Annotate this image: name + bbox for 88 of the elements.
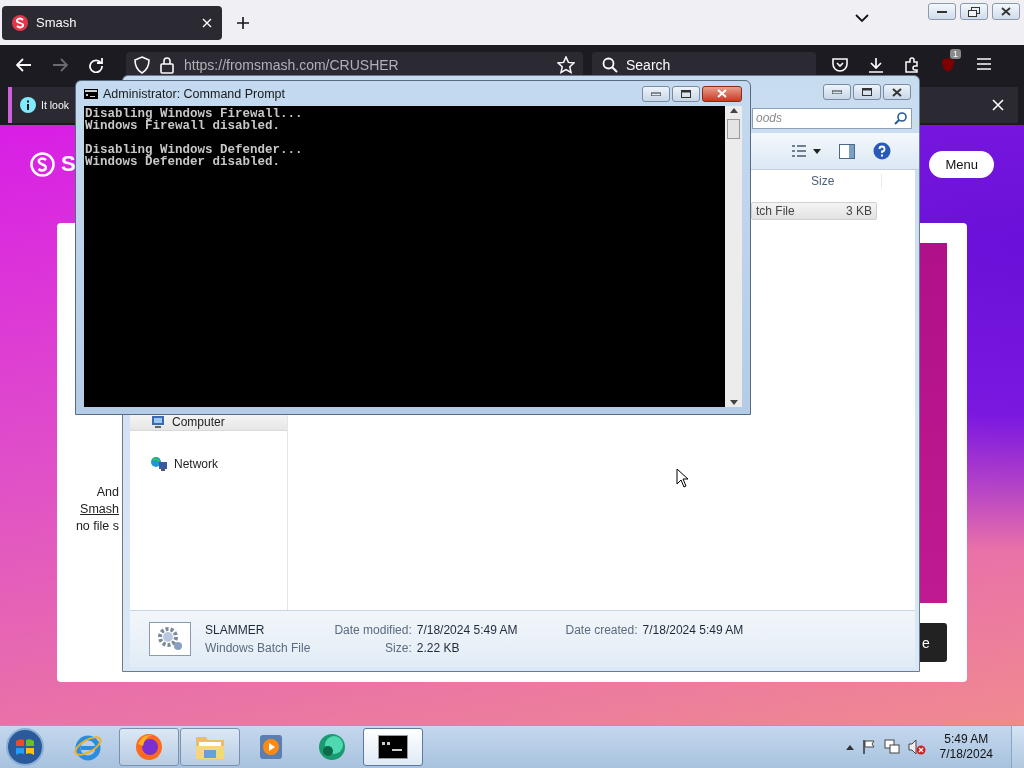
logo-icon [12, 14, 28, 31]
address-bar[interactable]: https://fromsmash.com/CRUSHER [126, 52, 583, 78]
console-line: Windows Defender disabled. [85, 156, 282, 168]
window-title: Administrator: Command Prompt [103, 86, 285, 101]
scrollbar[interactable] [725, 106, 742, 407]
url-text: https://fromsmash.com/CRUSHER [184, 57, 400, 73]
file-name: SLAMMER [205, 623, 266, 637]
cursor-icon [676, 468, 689, 488]
field-value: 7/18/2024 5:49 AM [416, 623, 518, 637]
column-header[interactable]: Size [807, 174, 882, 188]
maximize-button[interactable] [853, 84, 881, 100]
back-icon[interactable] [16, 58, 32, 72]
scroll-down-icon[interactable] [729, 400, 738, 405]
flag-icon[interactable] [861, 739, 876, 755]
forward-icon[interactable] [52, 58, 68, 72]
chevron-up-icon[interactable] [845, 744, 854, 750]
chevron-down-icon[interactable] [855, 14, 869, 23]
clock[interactable]: 5:49 AM 7/18/2024 [939, 732, 993, 762]
field-value: 7/18/2024 5:49 AM [642, 623, 744, 637]
new-tab-icon[interactable] [236, 15, 250, 30]
star-icon[interactable] [557, 56, 575, 74]
console-icon [84, 88, 98, 99]
card-text: no file s [75, 519, 119, 534]
fox-globe-icon [134, 732, 164, 762]
network-icon[interactable] [883, 739, 900, 755]
maximize-icon [862, 88, 872, 96]
lock-icon[interactable] [160, 56, 174, 74]
field-label: Date created: [565, 623, 638, 637]
scroll-up-icon[interactable] [729, 108, 738, 113]
count-badge: 1 [950, 49, 961, 59]
restore-button[interactable] [960, 3, 988, 20]
minimize-icon [651, 91, 661, 96]
card-text: And [96, 485, 119, 500]
reload-icon[interactable] [88, 57, 104, 73]
preview-pane-icon[interactable] [839, 143, 855, 159]
console-line: Disabling Windows Defender... [85, 144, 304, 156]
gear-icon [155, 625, 185, 653]
caret-icon[interactable] [813, 148, 821, 154]
network-icon [150, 455, 168, 472]
start-button[interactable] [5, 727, 45, 767]
close-icon [1001, 7, 1011, 16]
scroll-thumb[interactable] [727, 119, 740, 139]
close-button[interactable] [992, 3, 1020, 20]
close-icon [717, 89, 727, 98]
search-field[interactable]: oods [752, 107, 912, 129]
logo-icon [30, 151, 55, 177]
minimize-icon [832, 90, 842, 94]
nav-item[interactable]: Network [130, 455, 287, 472]
search-icon [602, 57, 618, 73]
logo-text: S [61, 151, 76, 177]
speaker-muted-icon[interactable] [907, 739, 926, 755]
link[interactable]: Smash [80, 502, 119, 517]
action-button[interactable]: e [920, 623, 947, 662]
maximize-icon [681, 89, 691, 98]
menu-button[interactable]: Menu [929, 150, 994, 178]
browser-tab[interactable]: Smash [2, 5, 222, 40]
field-value: 2.22 KB [416, 641, 461, 655]
console-icon [378, 735, 408, 759]
field-label: Date modified: [334, 623, 412, 637]
help-icon[interactable] [873, 142, 891, 160]
app-icon [316, 732, 348, 762]
notification-text: It look [41, 99, 69, 111]
file-row[interactable]: tch File 3 KB [751, 202, 877, 220]
close-button[interactable] [883, 84, 911, 100]
play-icon [258, 733, 284, 761]
view-options-icon[interactable] [791, 145, 807, 157]
console-line: Disabling Windows Firewall... [85, 108, 304, 120]
download-icon[interactable] [868, 57, 884, 73]
restore-icon [968, 6, 980, 17]
console-line: Windows Firewall disabled. [85, 120, 282, 132]
shield-icon[interactable] [134, 56, 150, 74]
info-icon [20, 97, 36, 113]
pocket-icon[interactable] [832, 57, 848, 72]
puzzle-icon[interactable] [904, 57, 920, 73]
close-icon [892, 87, 902, 97]
close-icon[interactable] [992, 99, 1004, 111]
shield-extension-icon[interactable] [941, 57, 955, 73]
minimize-button[interactable] [928, 3, 956, 20]
file-type: Windows Batch File [205, 641, 311, 655]
close-icon[interactable] [202, 17, 212, 28]
search-icon [894, 111, 907, 125]
taskbar-button[interactable] [363, 728, 423, 766]
close-button[interactable] [702, 85, 742, 102]
search-field[interactable]: Search [592, 52, 816, 78]
menu-icon[interactable] [976, 57, 992, 71]
maximize-button[interactable] [672, 85, 700, 102]
computer-icon [150, 414, 166, 429]
field-label: Size: [384, 641, 412, 655]
